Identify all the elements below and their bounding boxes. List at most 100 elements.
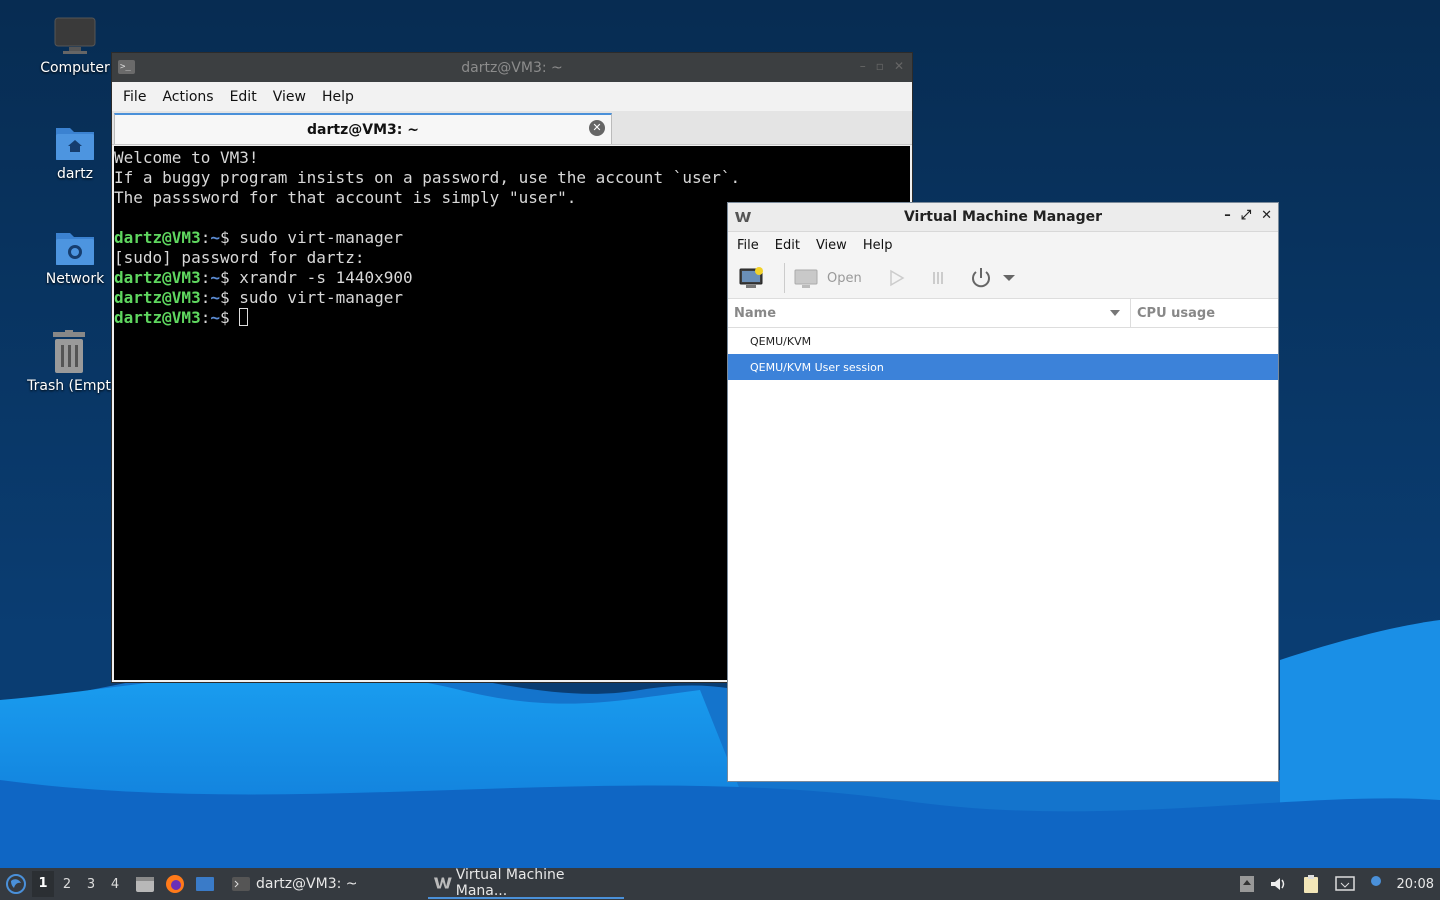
prompt-user: dartz@VM3 bbox=[114, 228, 201, 247]
prompt-command: $ bbox=[219, 308, 240, 327]
workspace-4[interactable]: 4 bbox=[104, 877, 126, 892]
clipboard-icon[interactable] bbox=[1301, 874, 1321, 894]
network-status-icon[interactable] bbox=[1334, 875, 1355, 893]
menu-file[interactable]: File bbox=[729, 238, 767, 253]
prompt-command: $ xrandr -s 1440x900 bbox=[219, 268, 413, 287]
prompt-path: ~ bbox=[210, 268, 220, 287]
column-cpu-usage[interactable]: CPU usage bbox=[1131, 306, 1215, 321]
workspace-3[interactable]: 3 bbox=[80, 877, 102, 892]
connection-row-qemu-kvm-user-session[interactable]: QEMU/KVM User session bbox=[728, 354, 1278, 380]
menu-edit[interactable]: Edit bbox=[222, 89, 265, 105]
minimize-icon[interactable]: – bbox=[1224, 208, 1231, 223]
column-name[interactable]: Name bbox=[728, 299, 1131, 327]
start-menu-button[interactable] bbox=[0, 868, 32, 900]
terminal-cursor bbox=[239, 308, 249, 326]
prompt-user: dartz@VM3 bbox=[114, 308, 201, 327]
open-button[interactable]: Open bbox=[793, 267, 862, 289]
virt-manager-icon bbox=[735, 212, 751, 222]
prompt-user: dartz@VM3 bbox=[114, 288, 201, 307]
virt-manager-toolbar: Open bbox=[728, 258, 1278, 299]
prompt-path: ~ bbox=[210, 288, 220, 307]
firefox-launcher[interactable] bbox=[164, 873, 186, 895]
system-tray: 20:08 bbox=[1239, 868, 1434, 900]
new-vm-button[interactable] bbox=[738, 266, 766, 290]
shutdown-button[interactable] bbox=[968, 265, 994, 291]
menu-edit[interactable]: Edit bbox=[767, 238, 808, 253]
chevron-down-icon bbox=[1002, 275, 1015, 281]
prompt-path: ~ bbox=[210, 308, 220, 327]
notification-icon[interactable] bbox=[1369, 875, 1383, 893]
tab-label: dartz@VM3: ~ bbox=[307, 121, 419, 138]
connection-name: QEMU/KVM User session bbox=[750, 360, 884, 374]
computer-icon bbox=[54, 17, 96, 54]
prompt-sep: : bbox=[200, 228, 211, 247]
menu-help[interactable]: Help bbox=[855, 238, 901, 253]
column-cpu-label: CPU usage bbox=[1137, 305, 1216, 321]
sort-arrow-icon[interactable] bbox=[1110, 310, 1120, 316]
prompt-path: ~ bbox=[210, 228, 220, 247]
maximize-icon[interactable]: ▫ bbox=[876, 59, 884, 73]
open-label: Open bbox=[827, 270, 862, 286]
task-label: dartz@VM3: ~ bbox=[256, 876, 358, 892]
window-title: dartz@VM3: ~ bbox=[461, 59, 563, 76]
home-folder-icon bbox=[56, 128, 94, 160]
run-button[interactable] bbox=[886, 268, 906, 288]
menu-file[interactable]: File bbox=[115, 89, 154, 105]
tab-close-icon[interactable]: ✕ bbox=[589, 120, 605, 136]
terminal-tabbar: dartz@VM3: ~ ✕ bbox=[112, 111, 912, 145]
close-icon[interactable]: ✕ bbox=[1261, 208, 1272, 223]
terminal-tab[interactable]: dartz@VM3: ~ ✕ bbox=[114, 113, 612, 144]
virt-manager-window[interactable]: Virtual Machine Manager – ⤢ ✕ File Edit … bbox=[727, 202, 1279, 782]
terminal-menubar: File Actions Edit View Help bbox=[112, 82, 912, 111]
virt-manager-titlebar[interactable]: Virtual Machine Manager – ⤢ ✕ bbox=[728, 203, 1278, 232]
monitor-icon bbox=[794, 269, 818, 288]
file-manager-icon bbox=[136, 877, 154, 892]
clock[interactable]: 20:08 bbox=[1397, 877, 1434, 892]
prompt-user: dartz@VM3 bbox=[114, 268, 201, 287]
pause-button[interactable] bbox=[928, 268, 948, 288]
terminal-line: Welcome to VM3! bbox=[114, 148, 259, 167]
task-virt-manager[interactable]: Virtual Machine Mana... bbox=[428, 867, 624, 899]
terminal-titlebar[interactable]: >_ dartz@VM3: ~ – ▫ ✕ bbox=[112, 53, 912, 82]
desktop-icon-label: Trash (Empt bbox=[27, 378, 111, 394]
prompt-sep: : bbox=[200, 268, 211, 287]
connection-row-qemu-kvm[interactable]: QEMU/KVM bbox=[728, 328, 1278, 354]
taskbar: 1 2 3 4 dartz@VM3: ~ Virtual Machine Man… bbox=[0, 867, 1440, 900]
prompt-command: $ sudo virt-manager bbox=[219, 288, 404, 307]
desktop-icon bbox=[196, 877, 214, 891]
network-folder-icon bbox=[56, 233, 94, 265]
eject-icon[interactable] bbox=[1239, 875, 1255, 893]
menu-actions[interactable]: Actions bbox=[154, 89, 221, 105]
workspace-2[interactable]: 2 bbox=[56, 877, 78, 892]
column-name-label: Name bbox=[734, 305, 777, 321]
menu-view[interactable]: View bbox=[265, 89, 314, 105]
toolbar-separator bbox=[784, 263, 785, 293]
power-icon bbox=[971, 268, 990, 288]
terminal-line: If a buggy program insists on a password… bbox=[114, 168, 741, 187]
file-manager-launcher[interactable] bbox=[134, 873, 156, 895]
volume-icon[interactable] bbox=[1269, 875, 1287, 893]
lubuntu-logo-icon bbox=[6, 874, 26, 894]
menu-help[interactable]: Help bbox=[314, 89, 362, 105]
workspace-1[interactable]: 1 bbox=[32, 871, 54, 897]
trash-icon bbox=[53, 330, 85, 373]
virt-manager-icon bbox=[434, 877, 452, 889]
desktop-icon-trash[interactable]: Trash (Empt bbox=[14, 330, 124, 394]
new-vm-icon bbox=[739, 267, 763, 288]
prompt-sep: : bbox=[200, 288, 211, 307]
window-title: Virtual Machine Manager bbox=[903, 209, 1103, 225]
shutdown-menu-button[interactable] bbox=[1002, 273, 1016, 283]
close-icon[interactable]: ✕ bbox=[894, 59, 904, 73]
menu-view[interactable]: View bbox=[808, 238, 855, 253]
firefox-icon bbox=[166, 875, 184, 893]
task-terminal[interactable]: dartz@VM3: ~ bbox=[226, 869, 428, 899]
maximize-icon[interactable]: ⤢ bbox=[1241, 208, 1251, 223]
show-desktop-launcher[interactable] bbox=[194, 873, 216, 895]
terminal-icon: >_ bbox=[118, 60, 135, 74]
connection-name: QEMU/KVM bbox=[750, 334, 812, 348]
prompt-sep: : bbox=[200, 308, 211, 327]
play-icon bbox=[889, 269, 905, 287]
terminal-icon bbox=[232, 877, 250, 891]
prompt-command: $ sudo virt-manager bbox=[219, 228, 404, 247]
minimize-icon[interactable]: – bbox=[860, 59, 866, 73]
